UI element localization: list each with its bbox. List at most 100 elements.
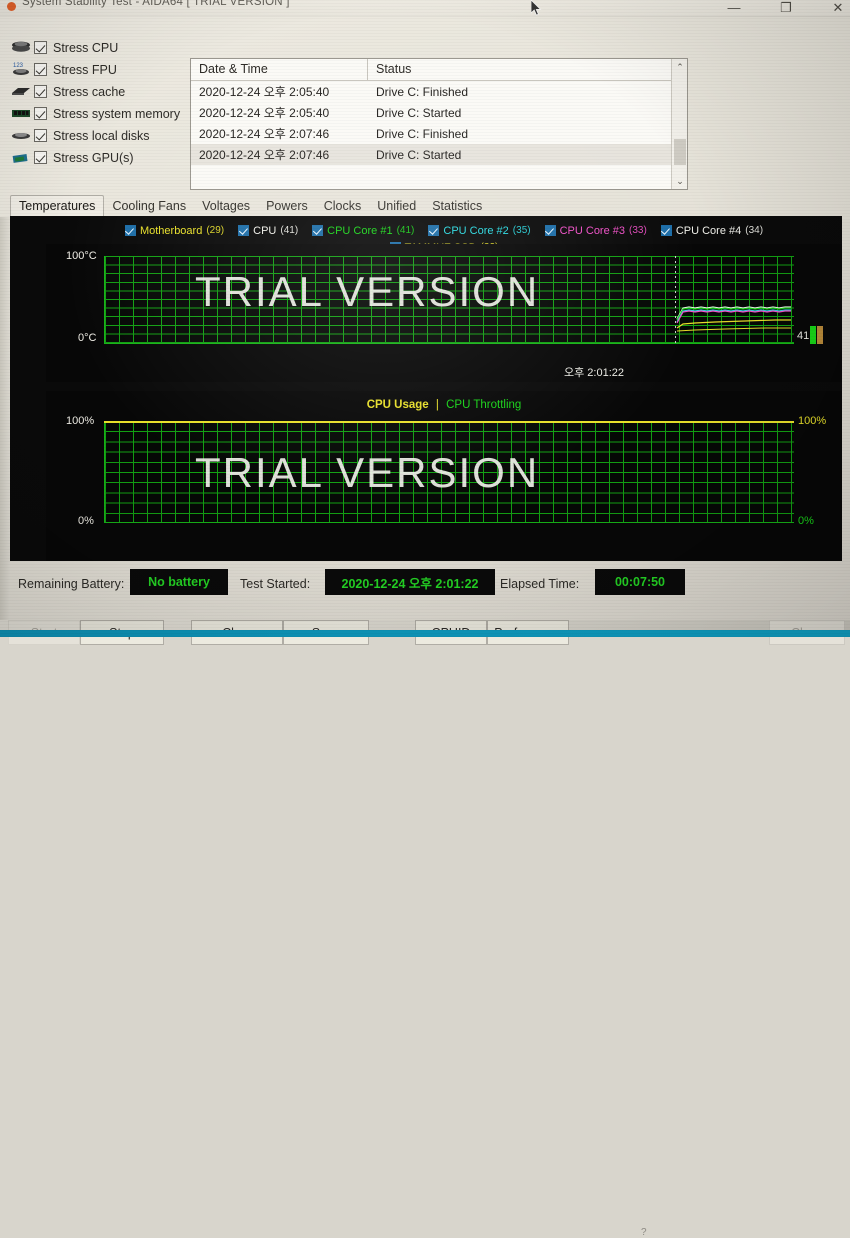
stress-option-label: Stress FPU — [53, 62, 117, 77]
legend-checkbox[interactable] — [660, 225, 672, 236]
tab-powers[interactable]: Powers — [258, 196, 316, 216]
stress-option-cache[interactable]: Stress cache — [10, 81, 185, 102]
cpu-usage-label: CPU Usage — [366, 399, 429, 411]
legend-item-cpu[interactable]: CPU (41) — [238, 225, 298, 237]
cell-datetime: 2020-12-24 오후 2:05:40 — [199, 106, 330, 120]
tab-temperatures[interactable]: Temperatures — [10, 195, 105, 216]
legend-checkbox[interactable] — [238, 225, 250, 236]
cell-datetime: 2020-12-24 오후 2:07:46 — [199, 127, 330, 141]
legend-value: (41) — [280, 225, 299, 236]
event-log-table[interactable]: Date & Time Status 2020-12-24 오후 2:05:40… — [190, 58, 688, 190]
legend-checkbox[interactable] — [124, 225, 136, 236]
cell-status: Drive C: Started — [376, 105, 462, 120]
log-scrollbar[interactable]: ⌃ ⌄ — [671, 59, 687, 189]
table-header-row: Date & Time Status — [191, 59, 687, 81]
legend-value: (34) — [745, 225, 764, 236]
status-bar: Remaining Battery: No battery Test Start… — [0, 569, 850, 601]
temperature-chart-timestamp: 오후 2:01:22 — [564, 367, 624, 379]
stress-fpu-checkbox[interactable] — [34, 63, 47, 76]
stress-disks-checkbox[interactable] — [34, 129, 47, 142]
trial-watermark-temperature: TRIAL VERSION — [195, 268, 540, 315]
table-row[interactable]: 2020-12-24 오후 2:07:46 Drive C: Finished — [191, 123, 687, 144]
stress-option-label: Stress CPU — [53, 40, 119, 55]
legend-item-cpu-core-4[interactable]: CPU Core #4 (34) — [660, 224, 764, 237]
window-left-edge — [0, 217, 10, 620]
legend-checkbox[interactable] — [312, 225, 324, 236]
cell-status: Drive C: Started — [376, 147, 462, 162]
fpu-icon: 123 — [10, 61, 34, 79]
legend-item-cpu-core-2[interactable]: CPU Core #2 (35) — [428, 224, 531, 237]
legend-label: CPU Core #4 — [675, 224, 742, 237]
client-area: Stress CPU 123 Stress FPU Stress cache S… — [0, 17, 850, 1238]
stress-memory-checkbox[interactable] — [34, 107, 47, 120]
usage-chart-title: CPU Usage | CPU Throttling — [46, 399, 842, 411]
column-header-datetime: Date & Time — [191, 59, 368, 80]
window-title: System Stability Test - AIDA64 [ TRIAL V… — [22, 0, 290, 8]
stress-cpu-checkbox[interactable] — [34, 41, 47, 54]
stress-cache-checkbox[interactable] — [34, 85, 47, 98]
stress-option-gpu[interactable]: Stress GPU(s) — [10, 147, 185, 168]
stress-option-cpu[interactable]: Stress CPU — [10, 37, 185, 58]
svg-text:123: 123 — [13, 63, 24, 69]
cache-icon — [10, 83, 34, 101]
tab-statistics[interactable]: Statistics — [424, 196, 490, 216]
cell-status: Drive C: Finished — [376, 126, 469, 141]
temp-axis-min: 0°C — [78, 332, 97, 344]
cpu-icon — [10, 39, 34, 57]
minimize-button[interactable]: — — [712, 0, 756, 16]
legend-checkbox[interactable] — [544, 225, 556, 236]
legend-label: CPU Core #3 — [559, 224, 626, 237]
temp-axis-max: 100°C — [66, 250, 97, 262]
stress-gpu-checkbox[interactable] — [34, 151, 47, 164]
legend-item-cpu-core-3[interactable]: CPU Core #3 (33) — [544, 224, 647, 237]
usage-axis-right-max: 100% — [798, 415, 827, 427]
usage-axis-left-min: 0% — [78, 515, 94, 527]
temperature-current-value: 41 — [797, 330, 810, 342]
battery-label: Remaining Battery: — [18, 577, 125, 591]
taskbar-stripe — [0, 630, 850, 637]
stress-option-label: Stress cache — [53, 84, 126, 99]
test-started-label: Test Started: — [240, 577, 311, 591]
close-window-button[interactable]: ✕ — [816, 0, 850, 16]
cell-status: Drive C: Finished — [376, 84, 469, 99]
graph-panel: Motherboard (29) CPU (41) CPU Core #1 (4… — [10, 216, 842, 561]
table-row[interactable]: 2020-12-24 오후 2:05:40 Drive C: Started — [191, 102, 687, 123]
cpu-throttling-label: CPU Throttling — [446, 399, 522, 411]
stress-option-label: Stress system memory — [53, 106, 181, 121]
usage-axis-right-min: 0% — [798, 515, 814, 527]
tab-bar: Temperatures Cooling Fans Voltages Power… — [10, 195, 490, 216]
tab-voltages[interactable]: Voltages — [194, 196, 258, 216]
legend-item-cpu-core-1[interactable]: CPU Core #1 (41) — [312, 225, 414, 237]
legend-label: CPU — [253, 224, 277, 237]
stress-option-fpu[interactable]: 123 Stress FPU — [10, 59, 185, 80]
stress-option-label: Stress local disks — [53, 128, 150, 143]
chevron-down-icon[interactable]: ⌄ — [672, 173, 688, 189]
tab-unified[interactable]: Unified — [369, 196, 424, 216]
stress-option-label: Stress GPU(s) — [53, 150, 134, 165]
battery-value: No battery — [130, 569, 228, 595]
legend-row-1: Motherboard (29) CPU (41) CPU Core #1 (4… — [46, 222, 842, 239]
chevron-up-icon[interactable]: ⌃ — [672, 59, 688, 75]
legend-item-motherboard[interactable]: Motherboard (29) — [124, 224, 224, 237]
screenshot-root: System Stability Test - AIDA64 [ TRIAL V… — [0, 0, 850, 1238]
legend-label: Motherboard — [139, 224, 203, 237]
scrollbar-thumb[interactable] — [674, 139, 686, 165]
table-row[interactable]: 2020-12-24 오후 2:07:46 Drive C: Started — [191, 144, 687, 165]
usage-axis-left-max: 100% — [66, 415, 95, 427]
stress-options-list: Stress CPU 123 Stress FPU Stress cache S… — [10, 37, 185, 169]
test-started-value: 2020-12-24 오후 2:01:22 — [325, 569, 495, 595]
stress-option-memory[interactable]: Stress system memory — [10, 103, 185, 124]
mouse-cursor — [531, 0, 542, 16]
legend-checkbox[interactable] — [428, 225, 440, 236]
legend-label: CPU Core #2 — [443, 224, 509, 237]
table-row[interactable]: 2020-12-24 오후 2:05:40 Drive C: Finished — [191, 81, 687, 102]
tab-cooling-fans[interactable]: Cooling Fans — [104, 196, 194, 216]
stress-option-disks[interactable]: Stress local disks — [10, 125, 185, 146]
elapsed-time-value: 00:07:50 — [595, 569, 685, 595]
legend-label: CPU Core #1 — [327, 224, 393, 237]
trial-watermark-usage: TRIAL VERSION — [195, 449, 540, 496]
cpu-usage-trace — [104, 421, 794, 423]
maximize-button[interactable]: ❐ — [764, 0, 808, 16]
tab-clocks[interactable]: Clocks — [316, 196, 370, 216]
cell-datetime: 2020-12-24 오후 2:07:46 — [199, 148, 330, 162]
